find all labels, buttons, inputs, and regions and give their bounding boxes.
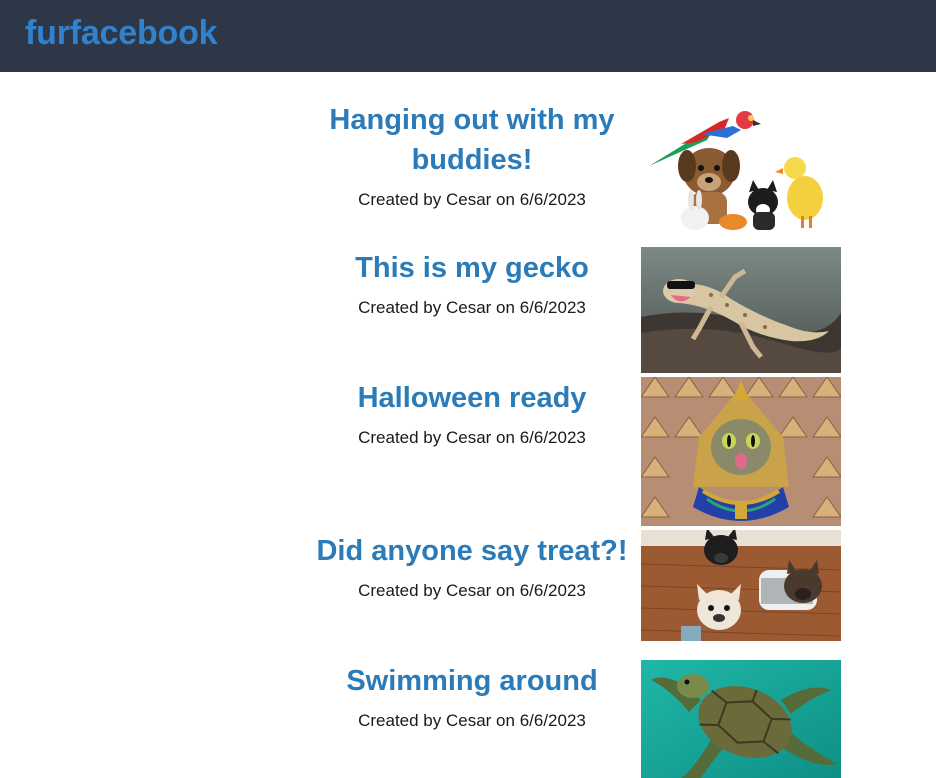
post-text: This is my gecko Created by Cesar on 6/6…: [312, 248, 632, 319]
post-text: Hanging out with my buddies! Created by …: [312, 100, 632, 211]
post-title-link[interactable]: Hanging out with my buddies!: [312, 100, 632, 180]
post-image[interactable]: [641, 377, 841, 526]
post-title-link[interactable]: Swimming around: [312, 661, 632, 701]
post-image[interactable]: [641, 247, 841, 373]
bulldogs-image: [641, 530, 841, 641]
post-text: Did anyone say treat?! Created by Cesar …: [312, 531, 632, 602]
post-title-link[interactable]: Halloween ready: [312, 378, 632, 418]
post-meta: Created by Cesar on 6/6/2023: [358, 298, 586, 317]
post-meta: Created by Cesar on 6/6/2023: [358, 428, 586, 447]
pharaoh-cat-image: [641, 377, 841, 526]
sea-turtle-image: [641, 660, 841, 778]
post-title-link[interactable]: Did anyone say treat?!: [312, 531, 632, 571]
brand-logo-link[interactable]: furfacebook: [25, 0, 936, 66]
gecko-image: [641, 247, 841, 373]
post-text: Halloween ready Created by Cesar on 6/6/…: [312, 378, 632, 449]
post-meta: Created by Cesar on 6/6/2023: [358, 581, 586, 600]
top-navbar: furfacebook: [0, 0, 936, 72]
post-image[interactable]: [641, 660, 841, 778]
pets-group-image: [641, 104, 841, 236]
post-meta: Created by Cesar on 6/6/2023: [358, 190, 586, 209]
post-text: Swimming around Created by Cesar on 6/6/…: [312, 661, 632, 732]
post-title-link[interactable]: This is my gecko: [312, 248, 632, 288]
post-image[interactable]: [641, 530, 841, 641]
post-image[interactable]: [641, 104, 841, 236]
post-meta: Created by Cesar on 6/6/2023: [358, 711, 586, 730]
